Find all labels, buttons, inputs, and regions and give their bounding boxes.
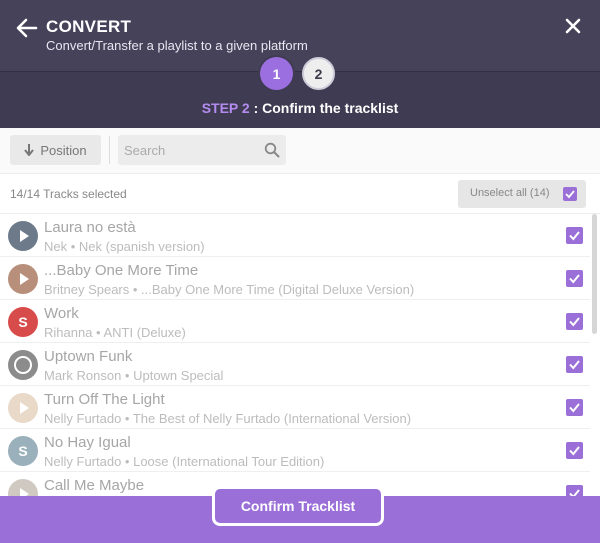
step-1-button[interactable]: 1: [260, 57, 293, 90]
selection-row: 14/14 Tracks selected Unselect all (14): [0, 175, 600, 214]
track-list: Laura no està Nek • Nek (spanish version)…: [0, 214, 600, 496]
track-checkbox[interactable]: [566, 356, 583, 373]
track-artist-album: Mark Ronson • Uptown Special: [44, 368, 224, 383]
search-icon[interactable]: [264, 142, 280, 158]
step-2-button[interactable]: 2: [302, 57, 335, 90]
search-box: [118, 135, 286, 165]
arrow-down-icon: [24, 144, 35, 156]
selected-count: 14/14 Tracks selected: [10, 187, 127, 201]
modal-subtitle: Convert/Transfer a playlist to a given p…: [46, 38, 308, 53]
track-artist-album: Britney Spears • ...Baby One More Time (…: [44, 282, 415, 297]
track-checkbox[interactable]: [566, 485, 583, 496]
sort-position-label: Position: [40, 142, 87, 158]
track-checkbox[interactable]: [566, 399, 583, 416]
album-cover-icon: [8, 221, 38, 251]
arrow-left-icon: [16, 18, 38, 38]
play-icon: [20, 230, 29, 242]
confirm-tracklist-button[interactable]: Confirm Tracklist: [212, 486, 384, 526]
track-artist-album: Nek • Nek (spanish version): [44, 239, 205, 254]
modal-header: CONVERT Convert/Transfer a playlist to a…: [0, 0, 600, 128]
track-checkbox[interactable]: [566, 270, 583, 287]
toolbar-divider: [109, 136, 110, 164]
track-title: Laura no està: [44, 219, 136, 236]
track-row[interactable]: Turn Off The Light Nelly Furtado • The Be…: [0, 386, 590, 429]
track-row[interactable]: Laura no està Nek • Nek (spanish version): [0, 214, 590, 257]
service-logo-icon: S: [18, 314, 28, 330]
step-number: STEP 2: [201, 100, 250, 116]
unselect-all-label: Unselect all (14): [470, 187, 550, 199]
track-title: Call Me Maybe: [44, 477, 145, 494]
ring-icon: [14, 356, 32, 374]
play-icon: [20, 488, 29, 496]
play-icon: [20, 402, 29, 414]
album-cover-icon: [8, 350, 38, 380]
convert-modal: CONVERT Convert/Transfer a playlist to a…: [0, 0, 600, 543]
track-checkbox[interactable]: [566, 442, 583, 459]
album-cover-icon: [8, 264, 38, 294]
back-button[interactable]: [14, 15, 40, 41]
track-artist-album: Rihanna • ANTI (Deluxe): [44, 325, 186, 340]
service-logo-icon: S: [18, 443, 28, 459]
track-title: Work: [44, 305, 79, 322]
modal-title: CONVERT: [46, 17, 132, 36]
track-artist-album: Nelly Furtado • The Best of Nelly Furtad…: [44, 411, 412, 426]
step-heading: STEP 2 : Confirm the tracklist: [0, 100, 600, 116]
sort-position-button[interactable]: Position: [10, 135, 101, 165]
album-cover-icon: [8, 393, 38, 423]
checkbox-checked-icon: [563, 187, 577, 201]
album-cover-icon: S: [8, 436, 38, 466]
step-indicator: 1 2: [258, 57, 338, 90]
track-title: ...Baby One More Time: [44, 262, 199, 279]
track-row[interactable]: S Work Rihanna • ANTI (Deluxe): [0, 300, 590, 343]
track-list-scrollbar[interactable]: [592, 214, 597, 334]
close-icon: [565, 18, 581, 34]
track-row[interactable]: Uptown Funk Mark Ronson • Uptown Special: [0, 343, 590, 386]
track-row[interactable]: ...Baby One More Time Britney Spears • ..…: [0, 257, 590, 300]
track-row[interactable]: S No Hay Igual Nelly Furtado • Loose (Inte…: [0, 429, 590, 472]
album-cover-icon: [8, 479, 38, 496]
track-title: Turn Off The Light: [44, 391, 165, 408]
play-icon: [20, 273, 29, 285]
close-button[interactable]: [564, 17, 582, 35]
step-title: : Confirm the tracklist: [249, 100, 399, 116]
track-title: No Hay Igual: [44, 434, 131, 451]
search-input[interactable]: [118, 135, 256, 165]
album-cover-icon: S: [8, 307, 38, 337]
track-checkbox[interactable]: [566, 227, 583, 244]
unselect-all-button[interactable]: Unselect all (14): [458, 180, 586, 208]
track-title: Uptown Funk: [44, 348, 133, 365]
track-artist-album: Nelly Furtado • Loose (International Tou…: [44, 454, 325, 469]
tracklist-toolbar: Position: [0, 128, 600, 174]
track-checkbox[interactable]: [566, 313, 583, 330]
